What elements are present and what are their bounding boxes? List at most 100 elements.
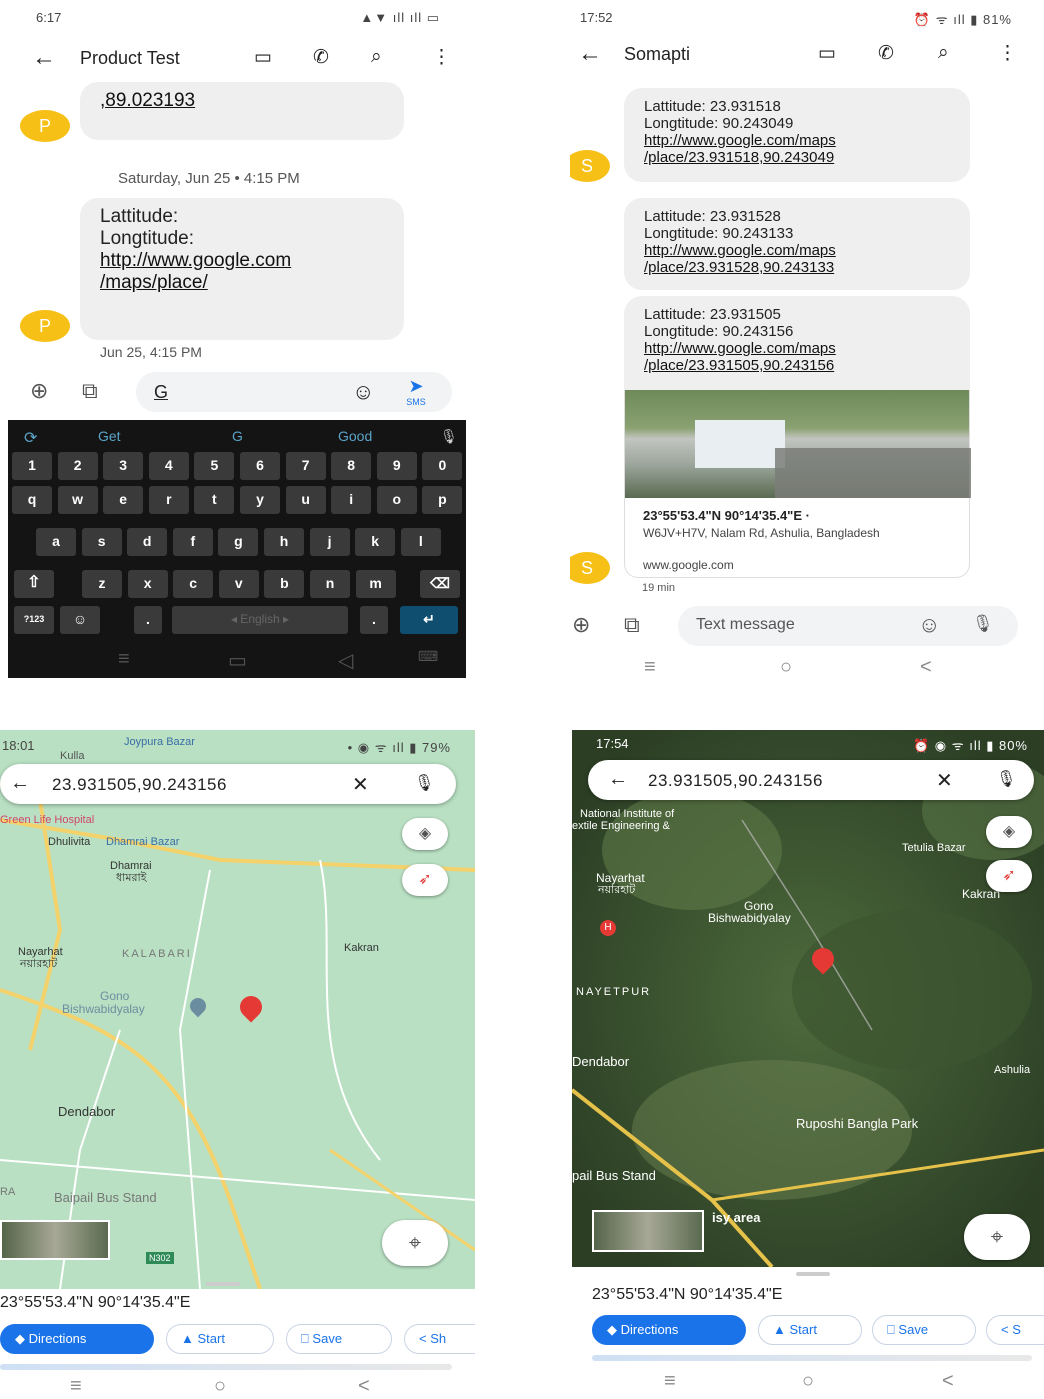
suggestion-3[interactable]: Good — [338, 428, 372, 444]
hospital-icon[interactable]: H — [600, 920, 616, 936]
more-options-icon[interactable]: ⋮ — [432, 46, 451, 69]
layers-icon[interactable]: ◈ — [402, 818, 448, 850]
back-icon[interactable]: < — [358, 1375, 370, 1398]
key-d[interactable]: d — [127, 528, 168, 556]
key-y[interactable]: y — [240, 486, 280, 514]
message-bubble[interactable]: Lattitude: 23.931518 Longtitude: 90.2430… — [624, 88, 970, 182]
key-k[interactable]: k — [355, 528, 396, 556]
microphone-icon[interactable]: 🎙 — [972, 614, 994, 634]
comma-key[interactable]: . — [360, 606, 388, 634]
backspace-key[interactable]: ⌫ — [420, 570, 460, 598]
compass-icon[interactable]: ➶ — [986, 860, 1032, 892]
maps-link[interactable]: http://www.google.com/maps — [644, 132, 836, 149]
emoji-icon[interactable]: ☺ — [352, 379, 374, 405]
maps-link[interactable]: http://www.google.com/maps — [644, 242, 836, 259]
suggestion-1[interactable]: Get — [98, 428, 121, 444]
home-icon[interactable]: ○ — [780, 656, 792, 679]
key-f[interactable]: f — [172, 528, 213, 556]
maps-link[interactable]: http://www.google.com/maps — [644, 340, 836, 357]
microphone-icon[interactable]: 🎙 — [996, 769, 1017, 789]
phone-icon[interactable]: ✆ — [313, 46, 329, 69]
street-view-thumbnail[interactable] — [0, 1220, 110, 1260]
key-p[interactable]: p — [422, 486, 463, 514]
message-bubble[interactable]: Lattitude: 23.931505 Longtitude: 90.2431… — [624, 296, 970, 390]
emoji-key[interactable]: ☺ — [60, 606, 100, 634]
message-link[interactable]: ,89.023193 — [100, 90, 195, 111]
key-1[interactable]: 1 — [12, 452, 52, 480]
compass-icon[interactable]: ➶ — [402, 864, 448, 896]
message-bubble[interactable]: ,89.023193 — [80, 82, 404, 140]
key-t[interactable]: t — [194, 486, 235, 514]
clear-icon[interactable]: ✕ — [936, 768, 953, 793]
share-button[interactable]: < S — [986, 1315, 1044, 1345]
key-i[interactable]: i — [331, 486, 372, 514]
symbols-key[interactable]: ?123 — [14, 606, 54, 634]
start-button[interactable]: ▲ Start — [166, 1324, 274, 1354]
key-9[interactable]: 9 — [376, 452, 417, 480]
key-s[interactable]: s — [81, 528, 122, 556]
clear-icon[interactable]: ✕ — [352, 772, 369, 797]
home-icon[interactable]: ▭ — [228, 648, 247, 673]
send-sms-button[interactable]: ➤ SMS — [398, 376, 434, 407]
back-arrow-icon[interactable]: ← — [608, 768, 629, 791]
keyboard-hide-icon[interactable]: ⌨ — [418, 648, 438, 665]
key-8[interactable]: 8 — [331, 452, 372, 480]
recents-icon[interactable]: ≡ — [664, 1370, 676, 1393]
add-attachment-icon[interactable]: ⊕ — [572, 612, 590, 638]
key-2[interactable]: 2 — [57, 452, 98, 480]
key-c[interactable]: c — [173, 570, 214, 598]
map-search-bar[interactable]: ← 23.931505,90.243156 ✕ 🎙 — [0, 764, 456, 804]
maps-link-cont[interactable]: /place/23.931505,90.243156 — [644, 357, 834, 374]
search-value[interactable]: 23.931505,90.243156 — [52, 775, 227, 795]
start-button[interactable]: ▲ Start — [758, 1315, 862, 1345]
space-key[interactable]: ◂ English ▸ — [172, 606, 348, 634]
map-view[interactable]: Kulla Joypura Bazar Green Life Hospital … — [0, 730, 475, 1289]
key-g[interactable]: g — [218, 528, 259, 556]
gallery-icon[interactable]: ⧉ — [624, 612, 640, 638]
maps-link[interactable]: http://www.google.com — [100, 250, 291, 271]
gallery-icon[interactable]: ⧉ — [82, 378, 98, 404]
message-input[interactable]: Text message ☺ 🎙 — [678, 606, 1018, 646]
recents-icon[interactable]: ≡ — [70, 1375, 82, 1398]
home-icon[interactable]: ○ — [214, 1375, 226, 1398]
key-r[interactable]: r — [148, 486, 189, 514]
key-b[interactable]: b — [264, 570, 305, 598]
key-h[interactable]: h — [264, 528, 304, 556]
key-q[interactable]: q — [12, 486, 52, 514]
sheet-handle[interactable] — [796, 1272, 830, 1276]
share-button[interactable]: < Sh — [404, 1324, 475, 1354]
key-e[interactable]: e — [103, 486, 144, 514]
street-view-thumbnail[interactable] — [592, 1210, 704, 1252]
microphone-icon[interactable]: 🎙 — [414, 773, 435, 793]
map-search-bar[interactable]: ← 23.931505,90.243156 ✕ 🎙 — [588, 760, 1034, 800]
enter-key[interactable]: ↵ — [400, 606, 458, 634]
shift-key[interactable]: ⇧ — [14, 570, 54, 598]
key-u[interactable]: u — [285, 486, 326, 514]
maps-link-cont[interactable]: /place/23.931518,90.243049 — [644, 149, 834, 166]
key-6[interactable]: 6 — [240, 452, 280, 480]
back-icon[interactable]: ◁ — [338, 648, 353, 673]
directions-button[interactable]: ◆ Directions — [0, 1324, 154, 1354]
search-icon[interactable]: ⌕ — [371, 46, 382, 68]
back-arrow-icon[interactable]: ← — [32, 44, 56, 72]
back-icon[interactable]: < — [942, 1370, 954, 1393]
maps-link-cont[interactable]: /place/23.931528,90.243133 — [644, 259, 834, 276]
period-key[interactable]: . — [134, 606, 162, 634]
link-preview-card[interactable]: 23°55'53.4"N 90°14'35.4"E · W6JV+H7V, Na… — [624, 390, 971, 578]
key-x[interactable]: x — [127, 570, 168, 598]
key-7[interactable]: 7 — [285, 452, 326, 480]
satellite-map-view[interactable]: National Institute of extile Engineering… — [572, 730, 1044, 1267]
key-4[interactable]: 4 — [148, 452, 189, 480]
rcs-chat-icon[interactable]: ▭ — [254, 46, 272, 69]
back-icon[interactable]: < — [920, 656, 932, 679]
more-options-icon[interactable]: ⋮ — [998, 42, 1017, 65]
recents-icon[interactable]: ≡ — [644, 656, 656, 679]
emoji-icon[interactable]: ☺ — [918, 612, 940, 638]
suggestion-2[interactable]: G — [232, 428, 243, 444]
sheet-handle[interactable] — [206, 1282, 240, 1286]
microphone-icon[interactable]: 🎙 — [440, 428, 458, 445]
my-location-icon[interactable]: ⌖ — [964, 1214, 1030, 1260]
key-n[interactable]: n — [310, 570, 350, 598]
key-v[interactable]: v — [218, 570, 259, 598]
search-value[interactable]: 23.931505,90.243156 — [648, 771, 823, 791]
